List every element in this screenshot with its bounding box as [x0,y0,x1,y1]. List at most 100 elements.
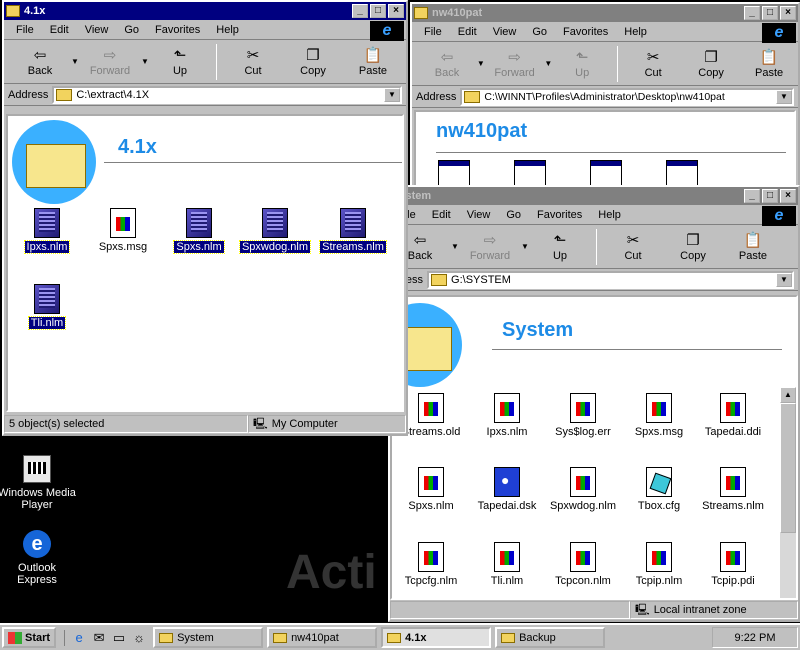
file-item[interactable]: Spxwdog.nlm [544,467,622,512]
window-4-1x[interactable]: 4.1x _ □ × File Edit View Go Favorites H… [2,0,408,436]
menu-edit[interactable]: Edit [450,26,485,38]
file-item[interactable]: Spxs.nlm [160,208,238,254]
paste-button[interactable]: 📋 Paste [723,232,783,262]
outlook-icon[interactable]: ✉ [89,630,109,646]
menu-help[interactable]: Help [208,24,247,36]
file-item[interactable]: Tcpcfg.nlm [392,542,470,587]
cut-button[interactable]: ✂ Cut [223,47,283,77]
up-button[interactable]: ⬑ Up [150,47,210,77]
address-dropdown-button[interactable]: ▼ [776,89,792,104]
back-button[interactable]: ⇦ Back [10,47,70,77]
window-nw410pat[interactable]: nw410pat _ □ × File Edit View Go Favorit… [410,2,800,192]
address-input[interactable]: C:\WINNT\Profiles\Administrator\Desktop\… [460,87,794,106]
close-button[interactable]: × [388,4,404,18]
forward-button[interactable]: ⇨ Forward [80,47,140,77]
menu-view[interactable]: View [77,24,117,36]
paste-button[interactable]: 📋 Paste [740,49,798,79]
menu-view[interactable]: View [485,26,525,38]
file-item[interactable]: Ipxs.nlm [8,208,86,254]
menu-edit[interactable]: Edit [42,24,77,36]
file-item[interactable]: Tli.nlm [468,542,546,587]
file-item[interactable]: Sys$log.err [544,393,622,438]
task-button-nw410pat[interactable]: nw410pat [267,627,378,648]
address-input[interactable]: G:\SYSTEM ▼ [427,270,794,289]
forward-dropdown[interactable]: ▼ [140,57,150,66]
maximize-button[interactable]: □ [762,6,778,20]
file-item[interactable]: Tbox.cfg [620,467,698,512]
scroll-thumb[interactable] [780,403,796,533]
menu-file[interactable]: File [8,24,42,36]
window-system[interactable]: System _ □ × File Edit View Go Favorites… [388,185,800,622]
cut-button[interactable]: ✂ Cut [624,49,682,79]
forward-button[interactable]: ⇨ Forward [486,49,544,79]
task-button-backup[interactable]: Backup [495,627,606,648]
forward-dropdown[interactable]: ▼ [520,242,530,251]
copy-button[interactable]: ❐ Copy [283,47,343,77]
address-dropdown-button[interactable]: ▼ [384,87,400,102]
close-button[interactable]: × [780,189,796,203]
copy-button[interactable]: ❐ Copy [682,49,740,79]
desktop-icon[interactable]: ▭ [109,630,129,646]
maximize-button[interactable]: □ [370,4,386,18]
up-button[interactable]: ⬑ Up [553,49,611,79]
menu-file[interactable]: File [416,26,450,38]
close-button[interactable]: × [780,6,796,20]
cut-button[interactable]: ✂ Cut [603,232,663,262]
nlm-file-icon [262,208,288,238]
start-button[interactable]: Start [2,627,57,648]
copy-button[interactable]: ❐ Copy [663,232,723,262]
back-dropdown[interactable]: ▼ [450,242,460,251]
address-input[interactable]: C:\extract\4.1X ▼ [52,85,402,104]
file-item[interactable]: Ipxs.nlm [468,393,546,438]
menu-go[interactable]: Go [116,24,147,36]
file-item[interactable]: Spxs.msg [620,393,698,438]
menu-go[interactable]: Go [524,26,555,38]
file-item[interactable]: Spxs.msg [84,208,162,253]
menu-favorites[interactable]: Favorites [147,24,208,36]
up-button[interactable]: ⬑ Up [530,232,590,262]
file-item[interactable]: Spxwdog.nlm [236,208,314,254]
file-item[interactable]: Streams.nlm [694,467,772,512]
menu-favorites[interactable]: Favorites [555,26,616,38]
file-item[interactable]: Streams.nlm [314,208,392,254]
maximize-button[interactable]: □ [762,189,778,203]
address-dropdown-button[interactable]: ▼ [776,272,792,287]
menu-favorites[interactable]: Favorites [529,209,590,221]
titlebar[interactable]: nw410pat _ □ × [412,4,798,22]
task-button-system[interactable]: System [153,627,264,648]
file-item[interactable]: Tli.nlm [8,284,86,330]
folder-view[interactable]: 4.1x Ipxs.nlm Spxs.msg Spxs.nlm Spxwdog.… [6,114,404,412]
menu-go[interactable]: Go [498,209,529,221]
menu-help[interactable]: Help [590,209,629,221]
desktop-icon-media-player[interactable]: Windows Media Player [0,455,77,511]
titlebar[interactable]: System _ □ × [390,187,798,205]
menu-edit[interactable]: Edit [424,209,459,221]
menu-help[interactable]: Help [616,26,655,38]
back-dropdown[interactable]: ▼ [70,57,80,66]
file-item[interactable]: Tcpip.nlm [620,542,698,587]
file-item[interactable]: Tapedai.ddi [694,393,772,438]
titlebar[interactable]: 4.1x _ □ × [4,2,406,20]
back-dropdown[interactable]: ▼ [476,59,486,68]
task-button-4-1x[interactable]: 4.1x [381,627,492,648]
file-item[interactable]: Spxs.nlm [392,467,470,512]
menu-view[interactable]: View [459,209,499,221]
paste-button[interactable]: 📋 Paste [343,47,403,77]
folder-view[interactable]: System Streams.old Ipxs.nlm Sys$log.err … [390,295,798,600]
minimize-button[interactable]: _ [744,189,760,203]
forward-dropdown[interactable]: ▼ [544,59,554,68]
file-item[interactable]: Tcpip.pdi [694,542,772,587]
folder-view[interactable]: nw410pat [414,110,796,190]
desktop-icon-outlook-express[interactable]: e Outlook Express [0,530,77,586]
channels-icon[interactable]: ☼ [129,630,149,646]
internet-explorer-icon[interactable]: e [69,630,89,646]
back-button[interactable]: ⇦ Back [418,49,476,79]
system-clock[interactable]: 9:22 PM [712,627,798,648]
scroll-up-button[interactable]: ▲ [780,387,796,403]
file-item[interactable]: Tcpcon.nlm [544,542,622,587]
file-item[interactable]: Tapedai.dsk [468,467,546,512]
forward-button[interactable]: ⇨ Forward [460,232,520,262]
minimize-button[interactable]: _ [352,4,368,18]
minimize-button[interactable]: _ [744,6,760,20]
vertical-scrollbar[interactable]: ▲ [780,387,796,598]
